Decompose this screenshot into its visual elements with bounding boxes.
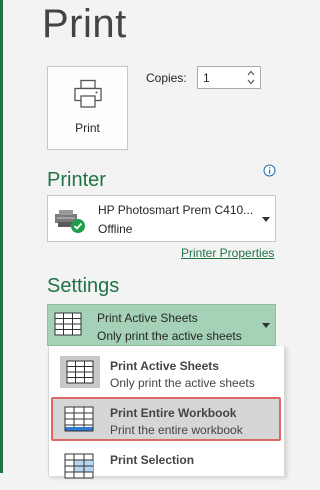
printer-select[interactable]: HP Photosmart Prem C410... Offline — [47, 195, 276, 242]
menu-item-subtitle: Only print the active sheets — [110, 376, 255, 390]
workbook-icon — [64, 406, 94, 432]
info-icon[interactable] — [263, 164, 276, 177]
menu-item-title: Print Entire Workbook — [110, 406, 237, 420]
print-what-select[interactable]: Print Active Sheets Only print the activ… — [47, 304, 276, 346]
chevron-down-icon[interactable] — [246, 78, 256, 86]
window-left-edge — [0, 0, 3, 473]
menu-item-subtitle: Print the entire workbook — [110, 423, 243, 437]
selection-icon — [64, 453, 94, 479]
printer-heading: Printer — [47, 169, 106, 191]
menu-item-title: Print Selection — [110, 453, 195, 467]
selected-option-title: Print Active Sheets — [97, 311, 198, 325]
settings-heading: Settings — [47, 275, 120, 297]
dropdown-arrow-icon[interactable] — [262, 323, 270, 328]
menu-item-print-active-sheets[interactable]: Print Active Sheets Only print the activ… — [51, 350, 281, 394]
selected-option-subtitle: Only print the active sheets — [97, 329, 242, 343]
copies-value[interactable]: 1 — [203, 71, 210, 85]
sheet-icon — [54, 312, 82, 336]
printer-offline-icon — [55, 210, 85, 233]
menu-item-print-selection[interactable]: Print Selection — [51, 446, 281, 490]
printer-properties-link[interactable]: Printer Properties — [181, 246, 274, 260]
chevron-up-icon[interactable] — [246, 69, 256, 77]
printer-status: Offline — [98, 222, 133, 236]
copies-label: Copies: — [146, 71, 187, 85]
printer-name: HP Photosmart Prem C410... — [98, 203, 254, 217]
sheet-icon — [66, 360, 94, 384]
print-button-label: Print — [75, 121, 100, 135]
print-button[interactable]: Print — [47, 66, 128, 150]
dropdown-arrow-icon[interactable] — [262, 217, 270, 222]
page-title: Print — [42, 2, 127, 46]
print-what-dropdown: Print Active Sheets Only print the activ… — [48, 346, 285, 479]
menu-item-title: Print Active Sheets — [110, 359, 219, 373]
menu-item-print-entire-workbook[interactable]: Print Entire Workbook Print the entire w… — [51, 397, 281, 441]
printer-icon — [74, 79, 102, 108]
copies-stepper[interactable]: 1 — [197, 66, 261, 89]
